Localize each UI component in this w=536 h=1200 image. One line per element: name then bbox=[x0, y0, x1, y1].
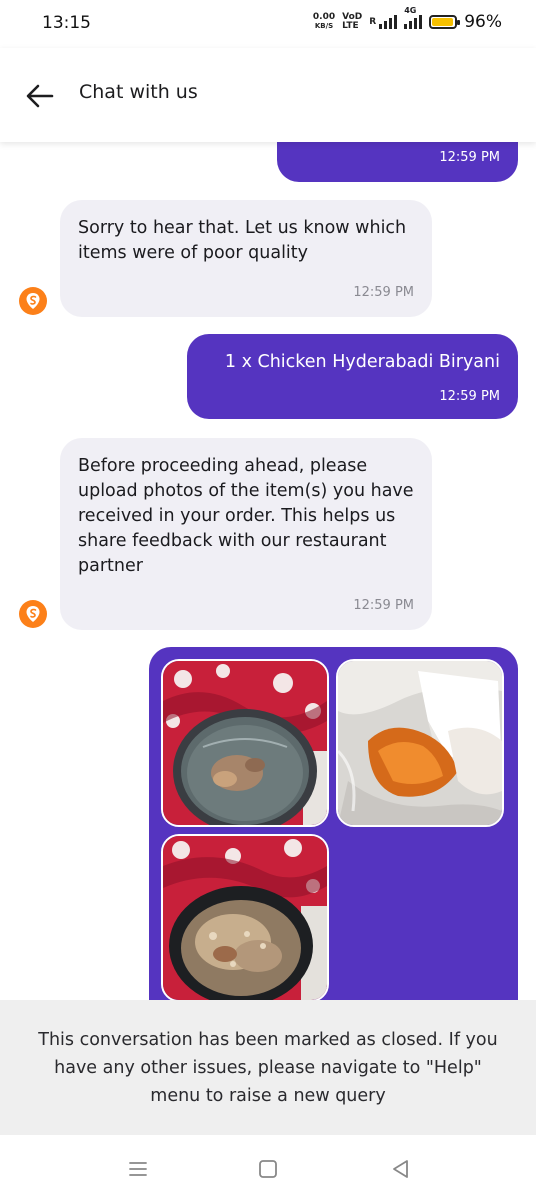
conversation-closed-banner: This conversation has been marked as clo… bbox=[0, 1000, 536, 1135]
swiggy-logo-icon bbox=[26, 606, 40, 622]
status-icons: 0.00 KB/S VoD LTE R 4G 96% bbox=[313, 6, 502, 32]
battery-percent: 96% bbox=[464, 12, 502, 32]
user-message: 12:59 PM bbox=[277, 142, 518, 182]
message-text: Sorry to hear that. Let us know which it… bbox=[78, 218, 407, 263]
signal-strength-icon bbox=[379, 15, 398, 29]
home-button[interactable] bbox=[254, 1155, 282, 1183]
message-text: 1 x Chicken Hyderabadi Biryani bbox=[224, 352, 500, 372]
agent-message: Sorry to hear that. Let us know which it… bbox=[60, 200, 432, 317]
menu-icon bbox=[129, 1162, 147, 1176]
back-button[interactable] bbox=[22, 78, 58, 114]
agent-avatar bbox=[19, 600, 47, 628]
packaging-photo[interactable] bbox=[336, 659, 504, 827]
agent-avatar bbox=[19, 287, 47, 315]
arrow-left-icon bbox=[26, 84, 54, 108]
system-back-button[interactable] bbox=[386, 1155, 414, 1183]
status-bar: 13:15 0.00 KB/S VoD LTE R 4G 96% bbox=[0, 0, 536, 48]
user-message: 1 x Chicken Hyderabadi Biryani 12:59 PM bbox=[187, 334, 518, 419]
chat-messages[interactable]: 12:59 PM Sorry to hear that. Let us know… bbox=[0, 142, 536, 1000]
message-time: 12:59 PM bbox=[439, 150, 500, 165]
volte-bottom: LTE bbox=[342, 21, 359, 31]
app-header: Chat with us bbox=[0, 48, 536, 142]
status-time: 13:15 bbox=[42, 13, 91, 33]
network-speed-unit: KB/S bbox=[314, 22, 334, 30]
roaming-indicator: R bbox=[369, 17, 377, 27]
page-title: Chat with us bbox=[79, 81, 198, 103]
agent-message: Before proceeding ahead, please upload p… bbox=[60, 438, 432, 630]
closed-message: This conversation has been marked as clo… bbox=[38, 1029, 498, 1106]
message-time: 12:59 PM bbox=[353, 598, 414, 613]
network-speed: 0.00 KB/S bbox=[313, 13, 335, 31]
menu-button[interactable] bbox=[124, 1155, 152, 1183]
biryani-container-photo[interactable] bbox=[161, 659, 329, 827]
home-square-icon bbox=[259, 1160, 277, 1178]
photo-image bbox=[163, 661, 327, 825]
network-type: 4G bbox=[404, 6, 417, 15]
photo-image bbox=[338, 661, 502, 825]
photo-image bbox=[163, 836, 327, 1000]
signal-4g-icon: 4G bbox=[404, 6, 423, 29]
biryani-rice-photo[interactable] bbox=[161, 834, 329, 1000]
volte-icon: VoD LTE bbox=[342, 13, 362, 31]
system-nav-bar bbox=[0, 1135, 536, 1200]
swiggy-logo-icon bbox=[26, 293, 40, 309]
battery-icon bbox=[429, 15, 461, 29]
message-text: Before proceeding ahead, please upload p… bbox=[78, 456, 414, 576]
back-triangle-icon bbox=[393, 1160, 408, 1178]
network-speed-value: 0.00 bbox=[312, 12, 336, 22]
message-time: 12:59 PM bbox=[353, 285, 414, 300]
user-photo-message bbox=[149, 647, 518, 1000]
message-time: 12:59 PM bbox=[439, 389, 500, 404]
